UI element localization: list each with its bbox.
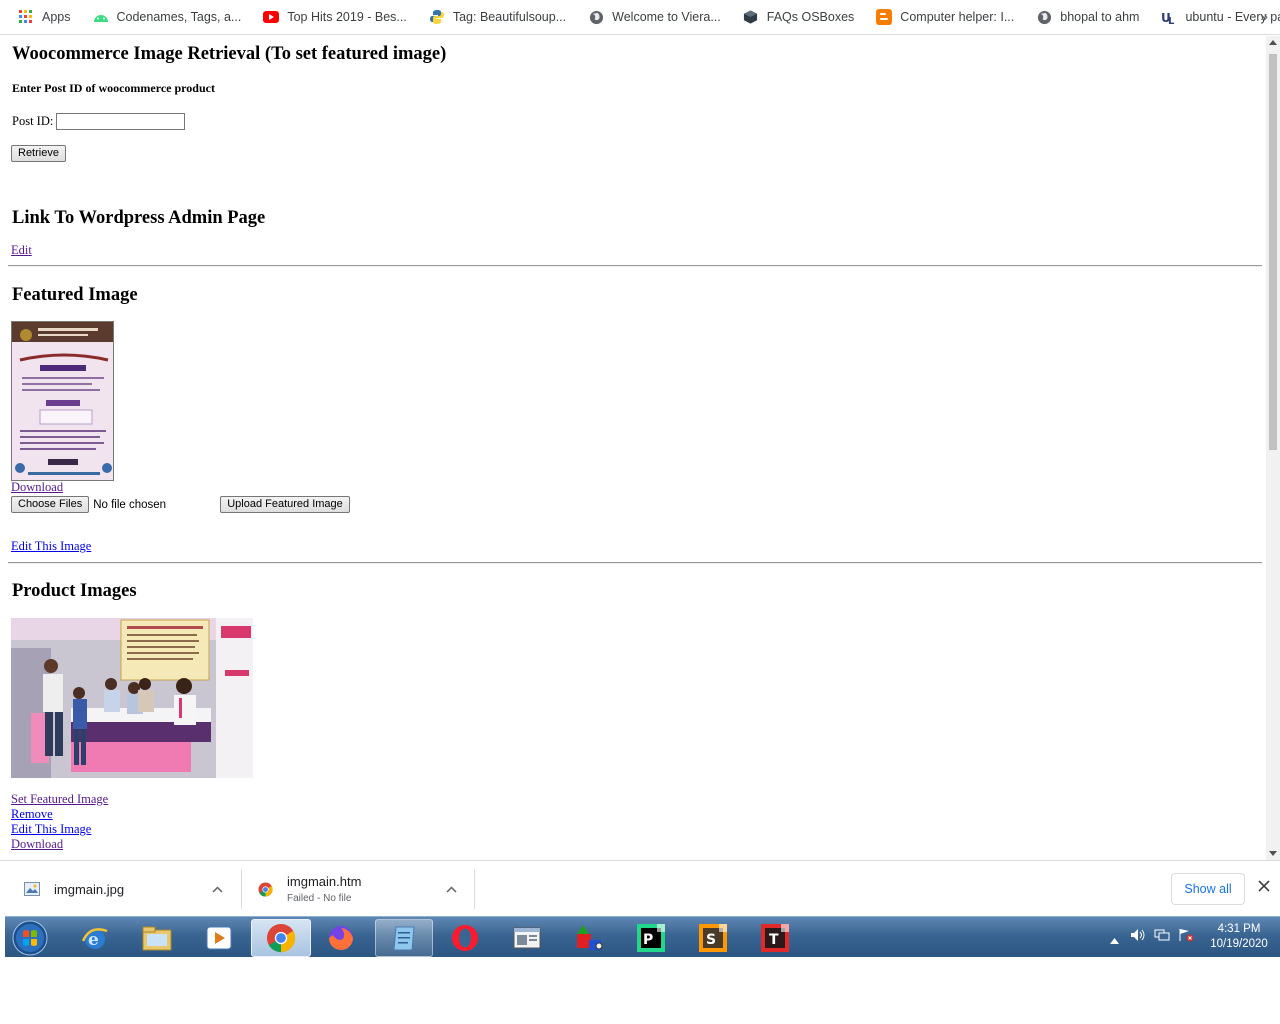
bookmark-codenames[interactable]: Codenames, Tags, a... bbox=[93, 9, 242, 25]
product-images-heading: Product Images bbox=[12, 581, 137, 601]
download-shelf: imgmain.jpg imgmain.htm Failed - No file… bbox=[0, 860, 1280, 916]
admin-page-heading: Link To Wordpress Admin Page bbox=[12, 208, 266, 228]
network-icon[interactable] bbox=[1154, 928, 1170, 947]
bookmarks-bar: Apps Codenames, Tags, a... Top Hits 2019… bbox=[0, 0, 1280, 35]
show-hidden-icons-arrow-icon[interactable] bbox=[1110, 931, 1119, 949]
post-id-input[interactable] bbox=[56, 113, 186, 130]
taskbar-clock[interactable]: 4:31 PM 10/19/2020 bbox=[1205, 922, 1273, 952]
bookmark-label: Computer helper: I... bbox=[900, 10, 1015, 24]
download-item-imgmain-htm[interactable]: imgmain.htm Failed - No file bbox=[258, 861, 468, 917]
more-bookmarks-chevron-icon[interactable]: » bbox=[1260, 8, 1268, 24]
bookmark-bhopal[interactable]: bhopal to ahm bbox=[1036, 9, 1139, 25]
upload-featured-image-button[interactable]: Upload Featured Image bbox=[220, 496, 350, 513]
scroll-up-arrow-icon[interactable] bbox=[1269, 40, 1277, 45]
bookmark-label: Top Hits 2019 - Bes... bbox=[287, 10, 407, 24]
pycharm-icon[interactable]: P bbox=[623, 919, 679, 957]
download-file-name: imgmain.htm bbox=[287, 874, 362, 889]
divider bbox=[8, 562, 1262, 564]
featured-image-heading: Featured Image bbox=[12, 285, 138, 305]
youtube-icon bbox=[263, 9, 280, 25]
bookmark-osboxes[interactable]: FAQs OSBoxes bbox=[743, 9, 855, 25]
clock-time: 4:31 PM bbox=[1217, 923, 1261, 935]
scrollbar-thumb[interactable] bbox=[1269, 54, 1277, 450]
retrieve-button[interactable]: Retrieve bbox=[11, 145, 66, 162]
page-content: Woocommerce Image Retrieval (To set feat… bbox=[0, 36, 1266, 860]
vertical-scrollbar[interactable] bbox=[1266, 36, 1280, 860]
download-divider bbox=[241, 869, 242, 909]
close-icon[interactable] bbox=[1258, 879, 1270, 897]
chevron-up-icon[interactable] bbox=[446, 881, 457, 896]
bookmark-label: Codenames, Tags, a... bbox=[116, 10, 242, 24]
bookmark-label: Welcome to Viera... bbox=[612, 10, 721, 24]
blogger-icon bbox=[876, 9, 893, 25]
download-link[interactable]: Download bbox=[11, 837, 63, 852]
download-divider bbox=[474, 869, 475, 909]
edit-this-image-link[interactable]: Edit This Image bbox=[11, 822, 91, 837]
windows-taskbar: e P S T 4:31 PM 10/19/2020 bbox=[5, 916, 1280, 957]
bookmark-label: Apps bbox=[42, 10, 71, 24]
svg-text:L: L bbox=[1168, 16, 1175, 25]
apps-grid-icon bbox=[18, 9, 34, 25]
android-icon bbox=[93, 9, 109, 25]
chrome-icon[interactable] bbox=[251, 919, 311, 957]
opera-icon[interactable] bbox=[437, 919, 493, 957]
osboxes-cube-icon bbox=[743, 9, 759, 25]
clock-date: 10/19/2020 bbox=[1210, 938, 1268, 950]
file-upload-row: Choose Files No file chosen Upload Featu… bbox=[11, 496, 350, 513]
download-item-imgmain-jpg[interactable]: imgmain.jpg bbox=[24, 861, 234, 917]
internet-explorer-icon[interactable]: e bbox=[67, 919, 123, 957]
image-file-icon bbox=[24, 882, 40, 896]
set-featured-image-link[interactable]: Set Featured Image bbox=[11, 792, 108, 807]
bookmark-label: FAQs OSBoxes bbox=[766, 10, 855, 24]
product-image-photo bbox=[11, 618, 253, 778]
globe-icon bbox=[588, 9, 604, 25]
chevron-up-icon[interactable] bbox=[212, 881, 223, 896]
edit-link[interactable]: Edit bbox=[11, 243, 32, 258]
system-tray: 4:31 PM 10/19/2020 bbox=[1105, 917, 1280, 958]
notepad-icon[interactable] bbox=[375, 919, 433, 957]
show-all-downloads-button[interactable]: Show all bbox=[1171, 873, 1245, 905]
typora-icon[interactable]: T bbox=[747, 919, 803, 957]
bookmark-apps[interactable]: Apps bbox=[18, 9, 71, 25]
sublime-icon[interactable]: S bbox=[685, 919, 741, 957]
action-center-flag-icon[interactable] bbox=[1178, 928, 1194, 947]
bookmark-beautifulsoup[interactable]: Tag: Beautifulsoup... bbox=[429, 9, 566, 25]
page-title: Woocommerce Image Retrieval (To set feat… bbox=[12, 44, 447, 64]
choose-files-button[interactable]: Choose Files bbox=[11, 496, 90, 513]
featured-image-thumbnail bbox=[11, 321, 114, 481]
post-id-row: Post ID: bbox=[12, 113, 186, 130]
firefox-icon[interactable] bbox=[313, 919, 369, 957]
svg-text:P: P bbox=[643, 932, 653, 948]
svg-text:T: T bbox=[769, 932, 779, 948]
remove-link[interactable]: Remove bbox=[11, 807, 53, 822]
blank-area bbox=[0, 957, 1280, 1024]
media-player-icon[interactable] bbox=[191, 919, 247, 957]
bookmark-computer-helper[interactable]: Computer helper: I... bbox=[876, 9, 1014, 25]
paint-shapes-icon[interactable] bbox=[561, 919, 617, 957]
svg-text:S: S bbox=[706, 932, 716, 948]
unix-linux-icon: UL bbox=[1161, 9, 1177, 25]
no-file-chosen-text: No file chosen bbox=[93, 498, 167, 511]
start-orb-icon[interactable] bbox=[5, 919, 55, 957]
enter-post-id-label: Enter Post ID of woocommerce product bbox=[12, 81, 215, 95]
volume-icon[interactable] bbox=[1130, 928, 1146, 947]
divider bbox=[8, 265, 1262, 267]
chrome-icon bbox=[258, 881, 273, 897]
bookmark-top-hits[interactable]: Top Hits 2019 - Bes... bbox=[263, 9, 407, 25]
bookmark-viera[interactable]: Welcome to Viera... bbox=[588, 9, 721, 25]
python-icon bbox=[429, 9, 445, 25]
download-status: Failed - No file bbox=[287, 893, 352, 904]
edit-this-image-link[interactable]: Edit This Image bbox=[11, 539, 91, 554]
globe-icon bbox=[1036, 9, 1052, 25]
download-file-name: imgmain.jpg bbox=[54, 881, 125, 897]
bookmark-label: bhopal to ahm bbox=[1060, 10, 1140, 24]
scroll-down-arrow-icon[interactable] bbox=[1269, 851, 1277, 856]
file-explorer-icon[interactable] bbox=[129, 919, 185, 957]
download-link[interactable]: Download bbox=[11, 480, 63, 495]
post-id-label: Post ID: bbox=[12, 114, 54, 128]
bookmark-label: Tag: Beautifulsoup... bbox=[452, 10, 567, 24]
window-app-icon[interactable] bbox=[499, 919, 555, 957]
